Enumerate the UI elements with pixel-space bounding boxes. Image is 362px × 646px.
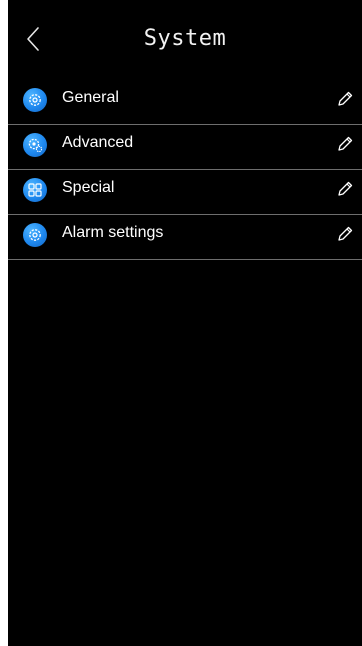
pencil-icon[interactable] <box>336 225 354 243</box>
menu-item-special[interactable]: Special <box>8 170 362 215</box>
alarm-gear-icon <box>23 223 47 247</box>
pencil-icon[interactable] <box>336 180 354 198</box>
header: System <box>8 0 362 78</box>
grid-icon <box>23 178 47 202</box>
page-title: System <box>143 26 227 51</box>
menu-item-label: Special <box>62 179 115 196</box>
advanced-gear-icon <box>23 133 47 157</box>
pencil-icon[interactable] <box>336 135 354 153</box>
menu-item-advanced[interactable]: Advanced <box>8 125 362 170</box>
menu-item-label: Alarm settings <box>62 224 164 241</box>
menu-item-general[interactable]: General <box>8 80 362 125</box>
gear-icon <box>23 88 47 112</box>
system-screen: System General Advanced Special Alarm se… <box>8 0 362 646</box>
menu-item-label: Advanced <box>62 134 134 151</box>
pencil-icon[interactable] <box>336 90 354 108</box>
menu-item-label: General <box>62 89 119 106</box>
settings-menu: General Advanced Special Alarm settings <box>8 80 362 260</box>
menu-item-alarm-settings[interactable]: Alarm settings <box>8 215 362 260</box>
